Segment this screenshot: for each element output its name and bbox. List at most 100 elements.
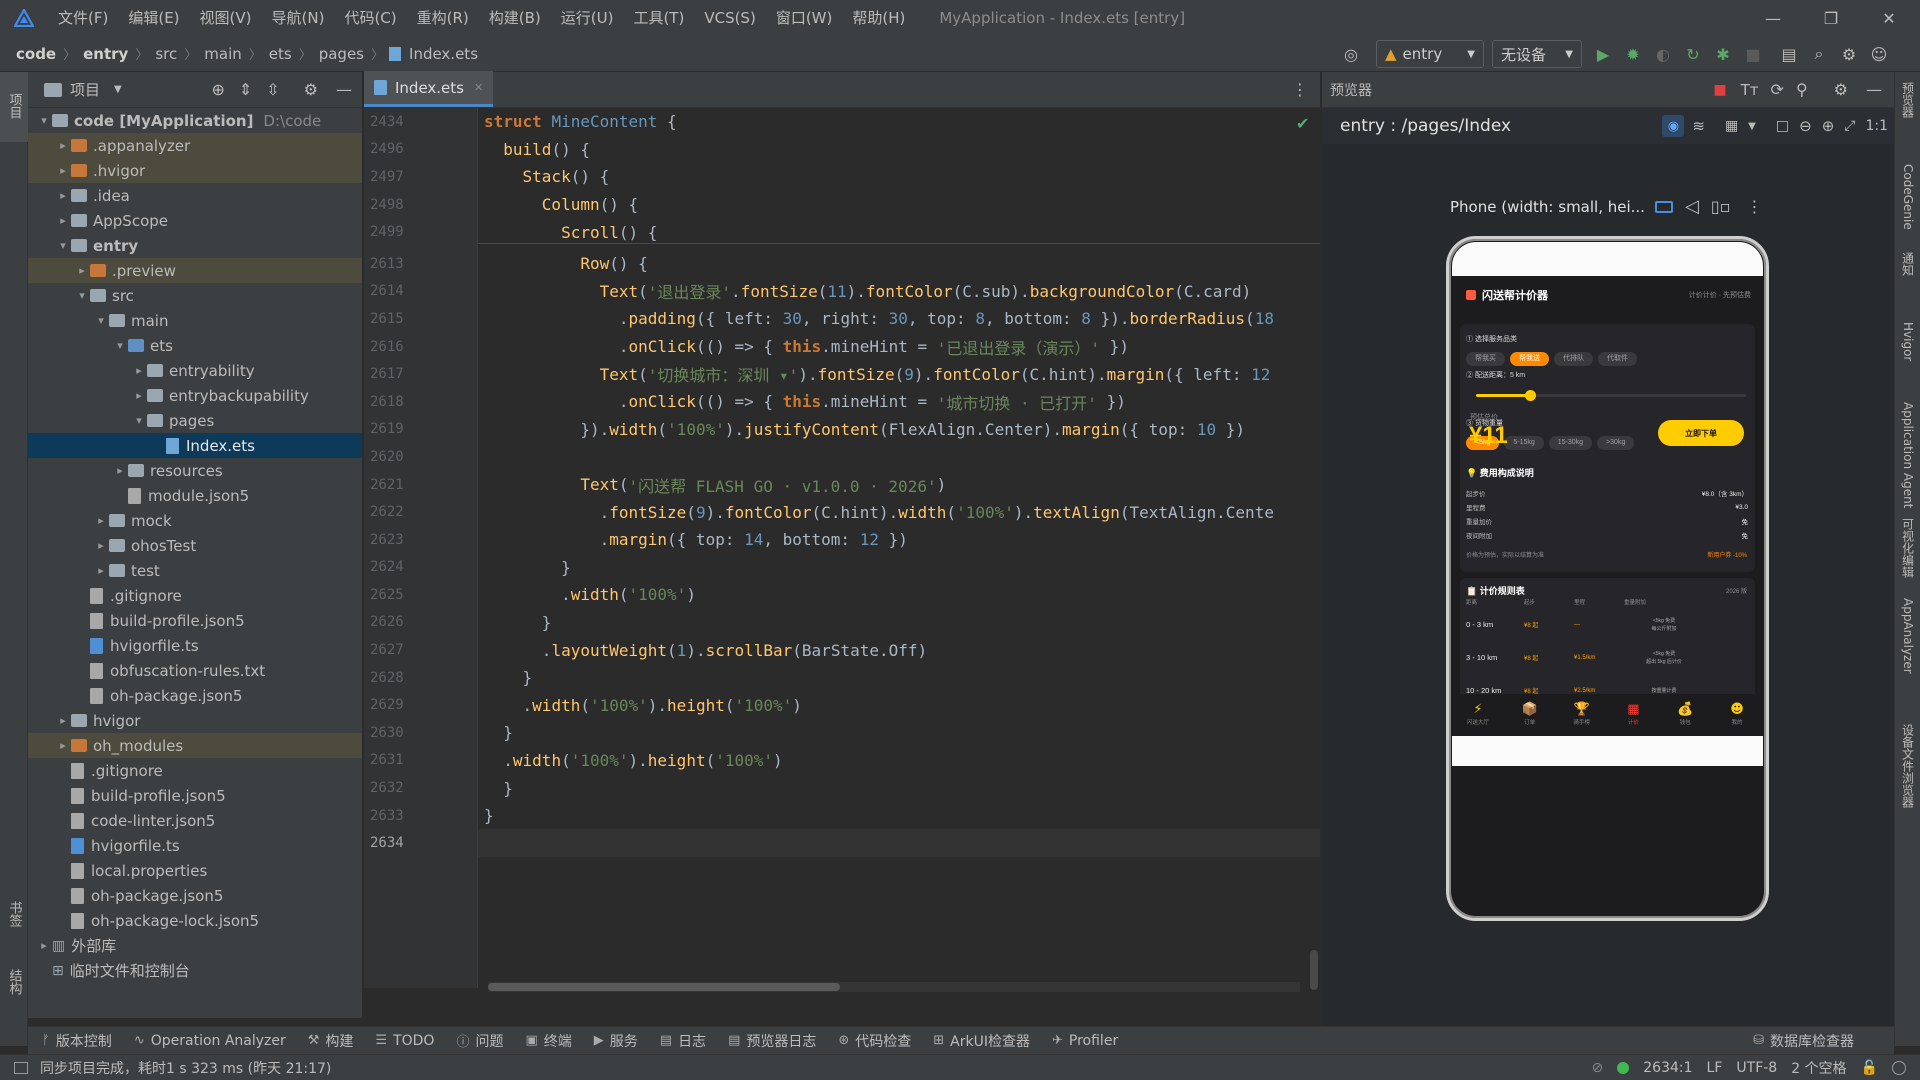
- code-line[interactable]: struct MineContent {: [478, 108, 1320, 136]
- layers-icon[interactable]: ≋: [1692, 117, 1705, 135]
- chevron-collapsed-icon[interactable]: ▸: [131, 389, 147, 402]
- rotate-device-icon[interactable]: [1654, 200, 1673, 213]
- tree-item[interactable]: ▾ src: [28, 283, 362, 308]
- tree-item[interactable]: hvigorfile.ts: [28, 633, 362, 658]
- tree-item[interactable]: ▸ entryability: [28, 358, 362, 383]
- expand-icon[interactable]: ⤢: [1844, 118, 1855, 134]
- code-line[interactable]: Text('切换城市：深圳 ▾'). fontSize(9). fontColor(…: [478, 360, 1320, 388]
- tree-item[interactable]: ▸ .idea: [28, 183, 362, 208]
- tree-item[interactable]: module.json5: [28, 483, 362, 508]
- grid-icon[interactable]: ▦: [1725, 118, 1738, 134]
- menu-item[interactable]: 导航(N): [262, 0, 335, 36]
- chevron-expanded-icon[interactable]: ▾: [74, 289, 90, 302]
- chevron-collapsed-icon[interactable]: ▸: [55, 739, 71, 752]
- status-ok-icon[interactable]: [1617, 1061, 1630, 1074]
- tree-item[interactable]: ▾ entry: [28, 233, 362, 258]
- chevron-collapsed-icon[interactable]: ▸: [112, 464, 128, 477]
- search-icon[interactable]: ⌕: [1804, 39, 1834, 69]
- zoom-in-icon[interactable]: ⊕: [1822, 117, 1835, 135]
- status-message[interactable]: 同步项目完成，耗时1 s 323 ms (昨天 21:17): [40, 1058, 331, 1078]
- font-size-icon[interactable]: Tт: [1741, 81, 1759, 99]
- tree-item[interactable]: ▸ .hvigor: [28, 158, 362, 183]
- weight-chip[interactable]: 15-30kg: [1548, 436, 1593, 450]
- chevron-collapsed-icon[interactable]: ▸: [93, 564, 109, 577]
- chevron-expanded-icon[interactable]: ▾: [112, 339, 128, 352]
- project-panel-title[interactable]: 项目: [70, 79, 100, 100]
- tool-window-button[interactable]: ▤ 日志: [660, 1031, 706, 1051]
- chevron-collapsed-icon[interactable]: ▸: [55, 214, 71, 227]
- locate-file-icon[interactable]: ⊕: [211, 80, 224, 99]
- zoom-out-icon[interactable]: ⊖: [1799, 117, 1812, 135]
- settings-gear-icon[interactable]: ⚙: [1834, 80, 1848, 99]
- tool-window-button[interactable]: ⚒ 构建: [308, 1031, 354, 1051]
- settings-gear-icon[interactable]: ⚙: [1834, 39, 1864, 69]
- chevron-collapsed-icon[interactable]: ▸: [93, 514, 109, 527]
- tool-window-button[interactable]: ⊛ 代码检查: [838, 1031, 911, 1051]
- code-line[interactable]: }: [478, 609, 1320, 637]
- app-tab[interactable]: ▦ 计价: [1607, 694, 1659, 734]
- layout-toggle-icon[interactable]: [14, 1061, 28, 1074]
- chevron-expanded-icon[interactable]: ▾: [131, 414, 147, 427]
- readonly-lock-icon[interactable]: 🔓: [1861, 1060, 1878, 1076]
- app-tab[interactable]: ⚡ 闪送大厅: [1452, 694, 1504, 734]
- tool-window-button[interactable]: ⓘ 问题: [456, 1031, 503, 1051]
- code-line[interactable]: [478, 443, 1320, 471]
- tree-item[interactable]: ▾ code [MyApplication] D:\code: [28, 108, 362, 133]
- code-line[interactable]: . fontSize(9). fontColor (C.hint). width('10…: [478, 498, 1320, 526]
- code-line[interactable]: . width('100%'): [478, 581, 1320, 609]
- tree-item[interactable]: .gitignore: [28, 758, 362, 783]
- code-line[interactable]: build() {: [478, 136, 1320, 164]
- tree-item[interactable]: oh-package.json5: [28, 683, 362, 708]
- right-tool-tab[interactable]: Application Agent: [1896, 402, 1920, 522]
- right-tool-tab[interactable]: 可视化编辑: [1896, 518, 1920, 588]
- code-line[interactable]: }: [478, 719, 1320, 747]
- code-line[interactable]: . onClick(() => { this .mineHint = '已退出登录（…: [478, 333, 1320, 361]
- no-events-icon[interactable]: ⊘: [1592, 1060, 1604, 1076]
- app-tab[interactable]: 🏆 骑手榜: [1556, 694, 1608, 734]
- tree-item[interactable]: ▸ ▥ 外部库: [28, 933, 362, 958]
- horizontal-scrollbar-thumb[interactable]: [488, 983, 840, 991]
- chevron-collapsed-icon[interactable]: ▸: [55, 189, 71, 202]
- app-tab[interactable]: 📦 订单: [1504, 694, 1556, 734]
- breadcrumb-item[interactable]: Index.ets: [407, 45, 480, 63]
- right-tool-tab[interactable]: Hvigor: [1896, 322, 1920, 378]
- tool-window-button[interactable]: ▤ 预览器日志: [728, 1031, 816, 1051]
- code-line[interactable]: }: [478, 802, 1320, 830]
- code-line[interactable]: Text('闪送帮 FLASH GO · v1.0.0 · 2026'): [478, 471, 1320, 499]
- debug-icon[interactable]: ✹: [1618, 39, 1648, 69]
- breadcrumb-item[interactable]: entry: [81, 45, 130, 63]
- chevron-down-icon[interactable]: ▼: [1748, 121, 1756, 132]
- code-line[interactable]: }). width('100%'). justifyContent (FlexAlig…: [478, 416, 1320, 444]
- file-encoding[interactable]: UTF-8: [1736, 1060, 1777, 1076]
- module-selector[interactable]: ▲ entry ▼: [1376, 40, 1484, 68]
- inspection-ok-icon[interactable]: ✔: [1296, 114, 1309, 133]
- service-chip[interactable]: 代取件: [1598, 352, 1637, 366]
- code-line[interactable]: Text('退出登录'. fontSize(11). fontColor (C.sub…: [478, 278, 1320, 306]
- chevron-collapsed-icon[interactable]: ▸: [55, 139, 71, 152]
- chevron-down-icon[interactable]: ▼: [114, 84, 122, 95]
- chevron-collapsed-icon[interactable]: ▸: [131, 364, 147, 377]
- tree-item[interactable]: ▸ .appanalyzer: [28, 133, 362, 158]
- weight-chip[interactable]: 5-15kg: [1504, 436, 1544, 450]
- minimize-icon[interactable]: —: [1750, 0, 1796, 36]
- tree-item[interactable]: ▸ mock: [28, 508, 362, 533]
- tree-item[interactable]: obfuscation-rules.txt: [28, 658, 362, 683]
- code-line[interactable]: . onClick(() => { this .mineHint = '城市切换 ·…: [478, 388, 1320, 416]
- right-tool-tab[interactable]: 通知: [1896, 252, 1920, 300]
- more-options-icon[interactable]: ⋮: [1746, 197, 1762, 216]
- tree-item[interactable]: hvigorfile.ts: [28, 833, 362, 858]
- foldable-icon[interactable]: ▯▫: [1711, 197, 1731, 216]
- stop-preview-icon[interactable]: ■: [1713, 82, 1726, 98]
- code-line[interactable]: Column() {: [478, 191, 1320, 219]
- tree-item[interactable]: .gitignore: [28, 583, 362, 608]
- memory-indicator-icon[interactable]: [1892, 1060, 1906, 1075]
- chevron-expanded-icon[interactable]: ▾: [55, 239, 71, 252]
- db-inspector-button[interactable]: ⛁ 数据库检查器: [1753, 1031, 1854, 1051]
- preview-eye-icon[interactable]: ◉: [1662, 115, 1685, 137]
- chevron-collapsed-icon[interactable]: ▸: [55, 714, 71, 727]
- order-now-button[interactable]: 立即下单: [1658, 420, 1744, 446]
- fit-screen-icon[interactable]: □: [1776, 118, 1789, 134]
- options-gear-icon[interactable]: ⚙: [304, 80, 318, 99]
- menu-item[interactable]: 文件(F): [48, 0, 118, 36]
- tree-item[interactable]: ▸ entrybackupability: [28, 383, 362, 408]
